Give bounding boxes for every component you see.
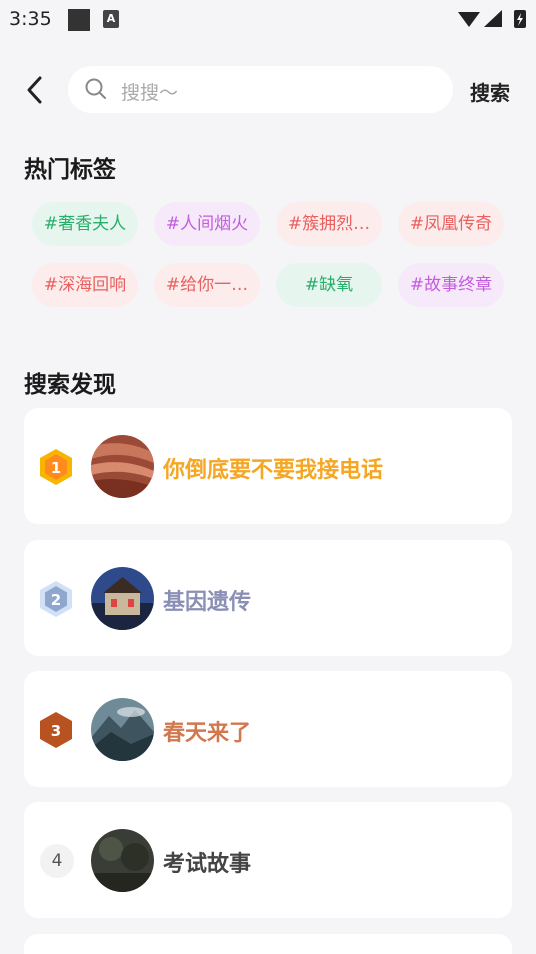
rank-2-badge-icon: 2: [40, 581, 72, 617]
hot-tag[interactable]: #凤凰传奇: [398, 202, 504, 246]
hot-tag[interactable]: #簇拥烈…: [276, 202, 382, 246]
hot-tag[interactable]: #深海回响: [32, 263, 138, 307]
rank-3-badge-icon: 3: [40, 712, 72, 748]
avatar: [91, 698, 154, 761]
discovery-item-partial[interactable]: [24, 934, 512, 954]
search-page: 3:35 A 搜搜～ 搜索 热门标签 #奢香夫人 #人间烟火 #簇拥烈… #凤凰…: [0, 0, 536, 954]
svg-text:3: 3: [51, 722, 61, 740]
chevron-left-icon: [27, 76, 42, 104]
discovery-item[interactable]: 2 基因遗传: [24, 540, 512, 656]
hot-tag[interactable]: #给你一…: [154, 263, 260, 307]
search-icon: [85, 78, 106, 99]
back-button[interactable]: [18, 73, 52, 107]
discovery-title-text: 你倒底要不要我接电话: [163, 458, 384, 483]
svg-text:2: 2: [51, 591, 61, 609]
search-placeholder: 搜搜～: [121, 82, 179, 104]
discovery-title-text: 基因遗传: [163, 590, 252, 615]
svg-text:1: 1: [51, 459, 61, 477]
status-time: 3:35: [9, 8, 52, 30]
discovery-title-text: 考试故事: [163, 852, 252, 877]
discovery-item[interactable]: 3 春天来了: [24, 671, 512, 787]
status-bar: 3:35 A: [0, 0, 536, 38]
hot-tag[interactable]: #奢香夫人: [32, 202, 138, 246]
hot-tag[interactable]: #人间烟火: [154, 202, 260, 246]
hot-tag[interactable]: #缺氧: [276, 263, 382, 307]
discovery-title-text: 春天来了: [163, 721, 252, 746]
hot-tags-title: 热门标签: [24, 157, 116, 183]
status-icons: [458, 10, 526, 28]
avatar: [91, 567, 154, 630]
signal-icon: [484, 10, 502, 27]
notification-square-icon: [68, 9, 90, 31]
hot-tag[interactable]: #故事终章: [398, 263, 504, 307]
rank-1-badge-icon: 1: [40, 449, 72, 485]
avatar: [91, 435, 154, 498]
rank-number: 4: [40, 844, 74, 878]
wifi-icon: [458, 12, 480, 27]
search-input[interactable]: 搜搜～: [68, 66, 453, 113]
discovery-title: 搜索发现: [24, 372, 116, 398]
notification-a-icon: A: [103, 10, 119, 28]
discovery-item[interactable]: 1 你倒底要不要我接电话: [24, 408, 512, 524]
discovery-item[interactable]: 4 考试故事: [24, 802, 512, 918]
avatar: [91, 829, 154, 892]
search-button[interactable]: 搜索: [470, 77, 510, 106]
